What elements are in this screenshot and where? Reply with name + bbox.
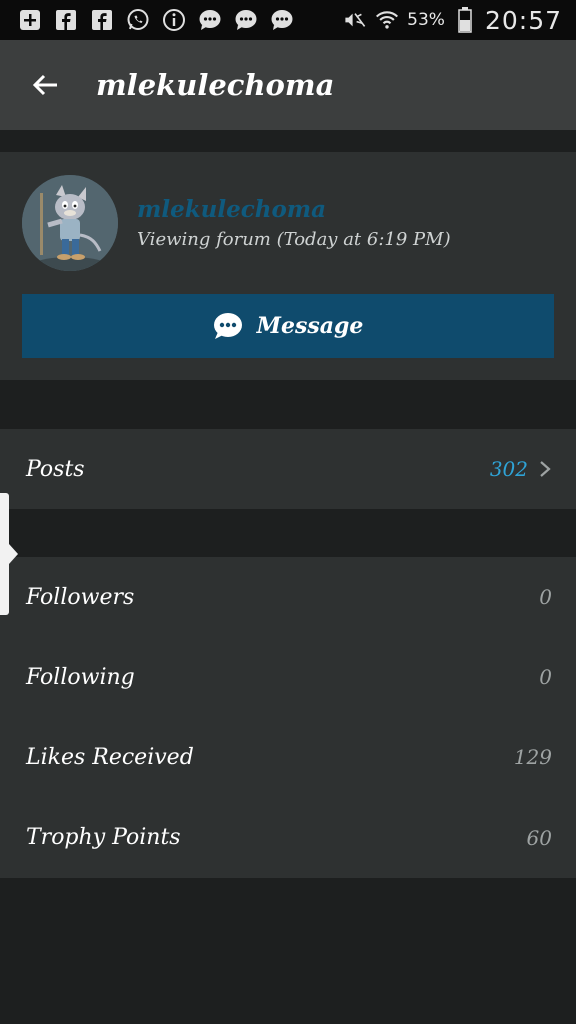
profile-activity-status: Viewing forum (Today at 6:19 PM) [137, 229, 451, 250]
facebook-icon [90, 8, 114, 32]
clock: 20:57 [484, 5, 562, 35]
trophy-points-label: Trophy Points [26, 825, 181, 850]
back-button[interactable] [28, 68, 62, 102]
profile-username[interactable]: mlekulechoma [137, 196, 326, 223]
battery-percent: 53% [407, 10, 445, 30]
following-count: 0 [539, 665, 552, 689]
chevron-right-icon [540, 461, 551, 477]
facebook-icon [54, 8, 78, 32]
posts-value-group: 302 [490, 457, 552, 481]
status-bar: 53% 20:57 [0, 0, 576, 40]
posts-row[interactable]: Posts 302 [0, 429, 576, 509]
add-box-icon [18, 8, 42, 32]
app-bar: mlekulechoma [0, 40, 576, 130]
posts-label: Posts [26, 456, 85, 482]
cartoon-cat-avatar-icon [22, 175, 118, 271]
followers-count: 0 [539, 585, 552, 609]
trophy-points-count: 60 [526, 825, 552, 850]
following-label: Following [26, 664, 135, 690]
following-row[interactable]: Following 0 [0, 637, 576, 718]
wifi-icon [375, 8, 399, 32]
edge-panel-handle-tip [9, 544, 18, 564]
info-icon [162, 8, 186, 32]
chat-bubble-icon [234, 8, 258, 32]
page-title: mlekulechoma [96, 68, 335, 102]
followers-label: Followers [26, 584, 135, 610]
battery-icon [453, 7, 477, 33]
whatsapp-icon [126, 8, 150, 32]
followers-row[interactable]: Followers 0 [0, 557, 576, 638]
edge-panel-handle[interactable] [0, 493, 9, 615]
chat-bubble-icon [198, 8, 222, 32]
trophy-points-row[interactable]: Trophy Points 60 [0, 797, 576, 878]
profile-card: mlekulechoma Viewing forum (Today at 6:1… [0, 152, 576, 380]
message-button[interactable]: Message [22, 294, 554, 358]
chat-bubble-icon [270, 8, 294, 32]
arrow-left-icon [32, 74, 57, 96]
message-button-label: Message [256, 313, 364, 339]
mute-icon [343, 8, 367, 32]
chat-bubble-icon [213, 313, 242, 339]
likes-received-label: Likes Received [26, 744, 194, 770]
likes-received-count: 129 [513, 745, 552, 769]
likes-received-row[interactable]: Likes Received 129 [0, 717, 576, 798]
posts-count: 302 [489, 457, 528, 481]
avatar[interactable] [22, 175, 118, 271]
